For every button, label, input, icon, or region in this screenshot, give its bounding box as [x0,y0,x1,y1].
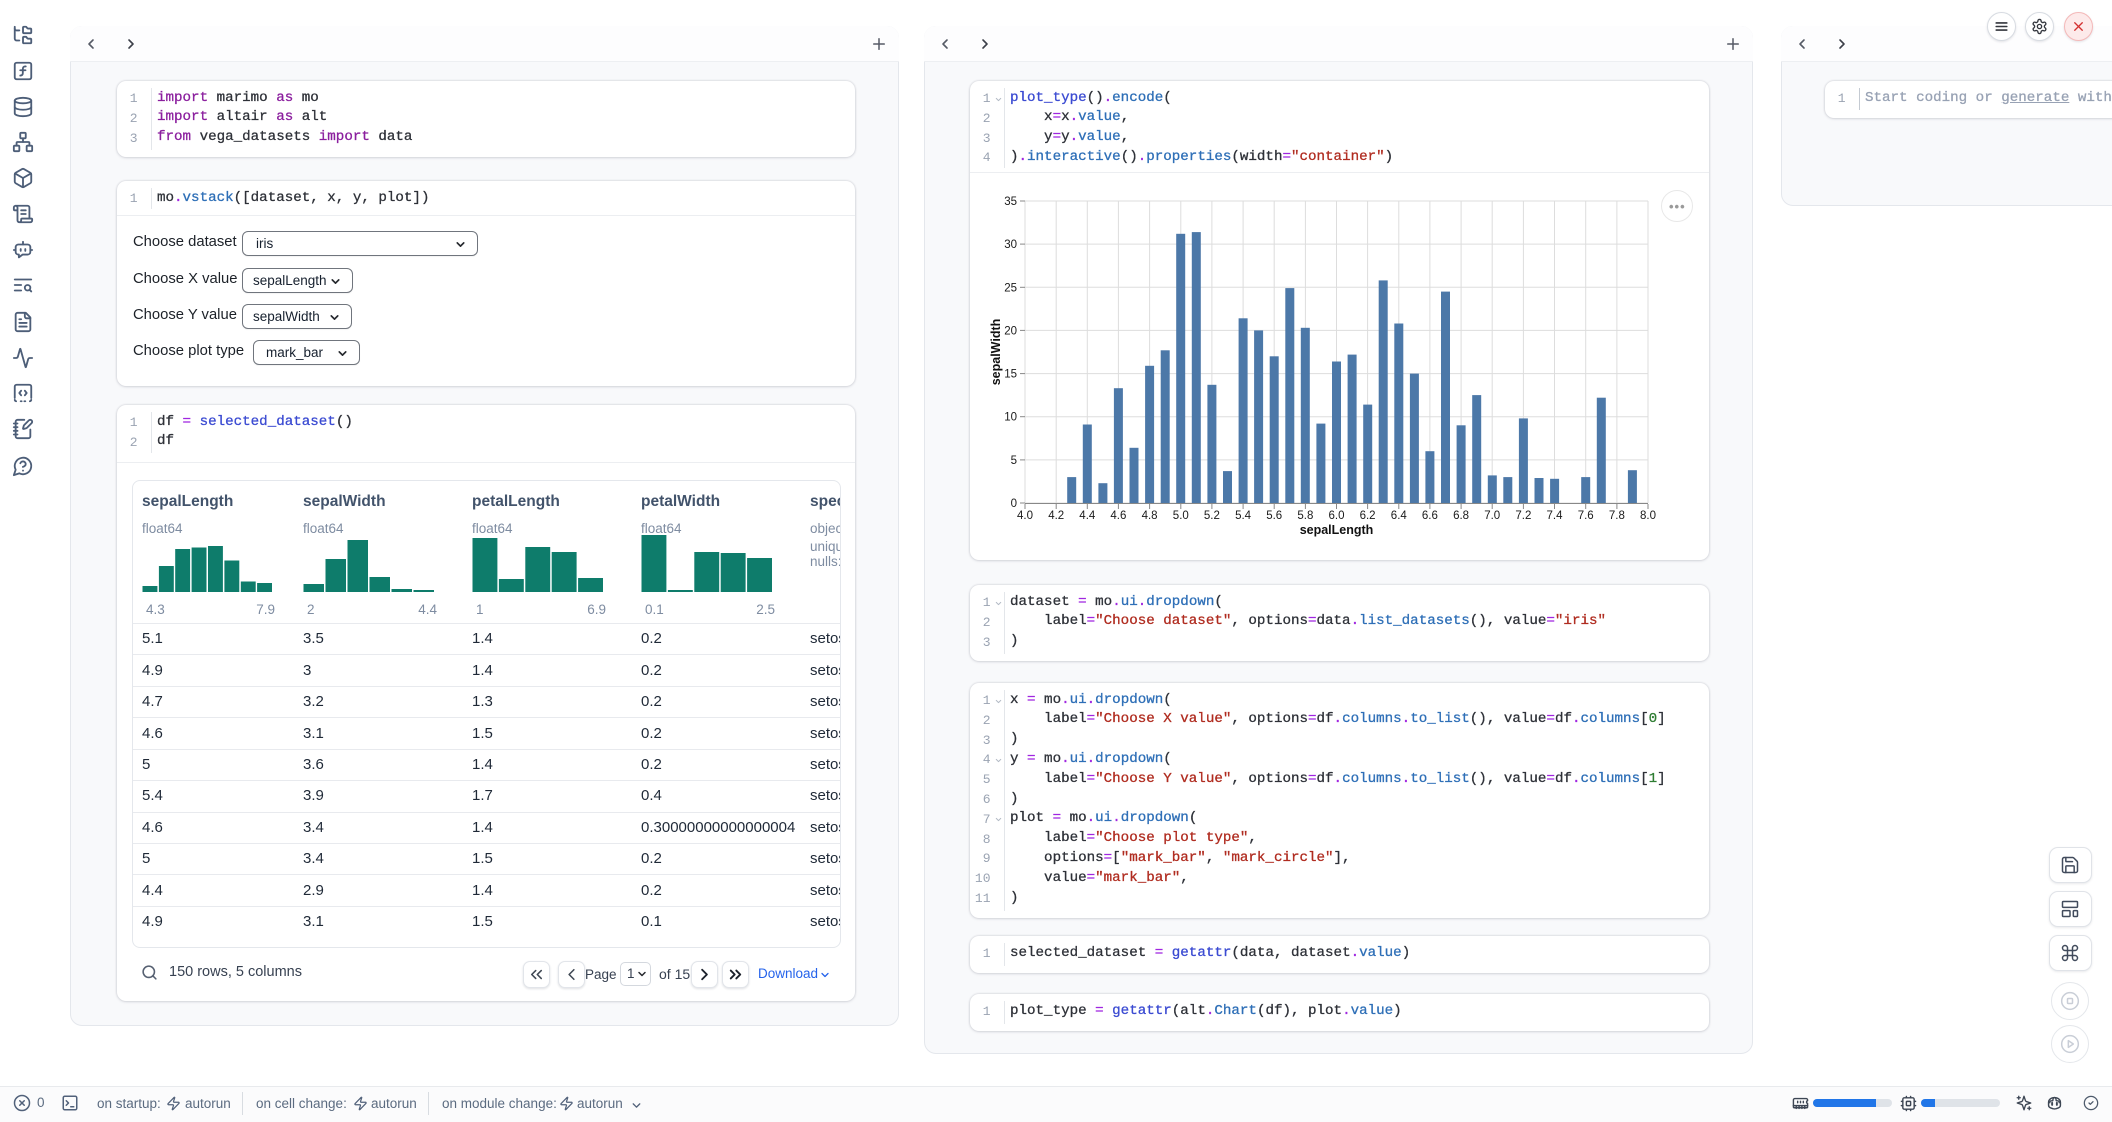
svg-text:6.6: 6.6 [1422,510,1438,522]
svg-text:4.4: 4.4 [1079,510,1096,522]
svg-text:4.6: 4.6 [1110,510,1126,522]
svg-text:4.0: 4.0 [1017,510,1033,522]
svg-text:6.4: 6.4 [1391,510,1408,522]
svg-text:5.6: 5.6 [1266,510,1282,522]
svg-text:5: 5 [1011,455,1017,467]
svg-text:5.8: 5.8 [1297,510,1313,522]
svg-text:15: 15 [1004,369,1017,381]
svg-text:25: 25 [1004,282,1017,294]
svg-text:6.8: 6.8 [1453,510,1469,522]
svg-text:4.8: 4.8 [1142,510,1158,522]
svg-text:5.2: 5.2 [1204,510,1220,522]
svg-text:sepalWidth: sepalWidth [989,319,1003,386]
svg-text:7.6: 7.6 [1578,510,1594,522]
svg-text:7.4: 7.4 [1547,510,1564,522]
svg-text:7.0: 7.0 [1484,510,1500,522]
svg-text:5.4: 5.4 [1235,510,1252,522]
svg-text:30: 30 [1004,239,1017,251]
svg-text:10: 10 [1004,412,1017,424]
svg-text:7.2: 7.2 [1515,510,1531,522]
svg-text:35: 35 [1004,196,1017,208]
svg-text:4.2: 4.2 [1048,510,1064,522]
svg-text:7.8: 7.8 [1609,510,1625,522]
svg-text:20: 20 [1004,325,1017,337]
svg-text:0: 0 [1011,498,1017,510]
svg-text:5.0: 5.0 [1173,510,1189,522]
svg-text:6.0: 6.0 [1329,510,1345,522]
svg-text:sepalLength: sepalLength [1300,523,1374,537]
svg-text:8.0: 8.0 [1640,510,1656,522]
svg-text:6.2: 6.2 [1360,510,1376,522]
